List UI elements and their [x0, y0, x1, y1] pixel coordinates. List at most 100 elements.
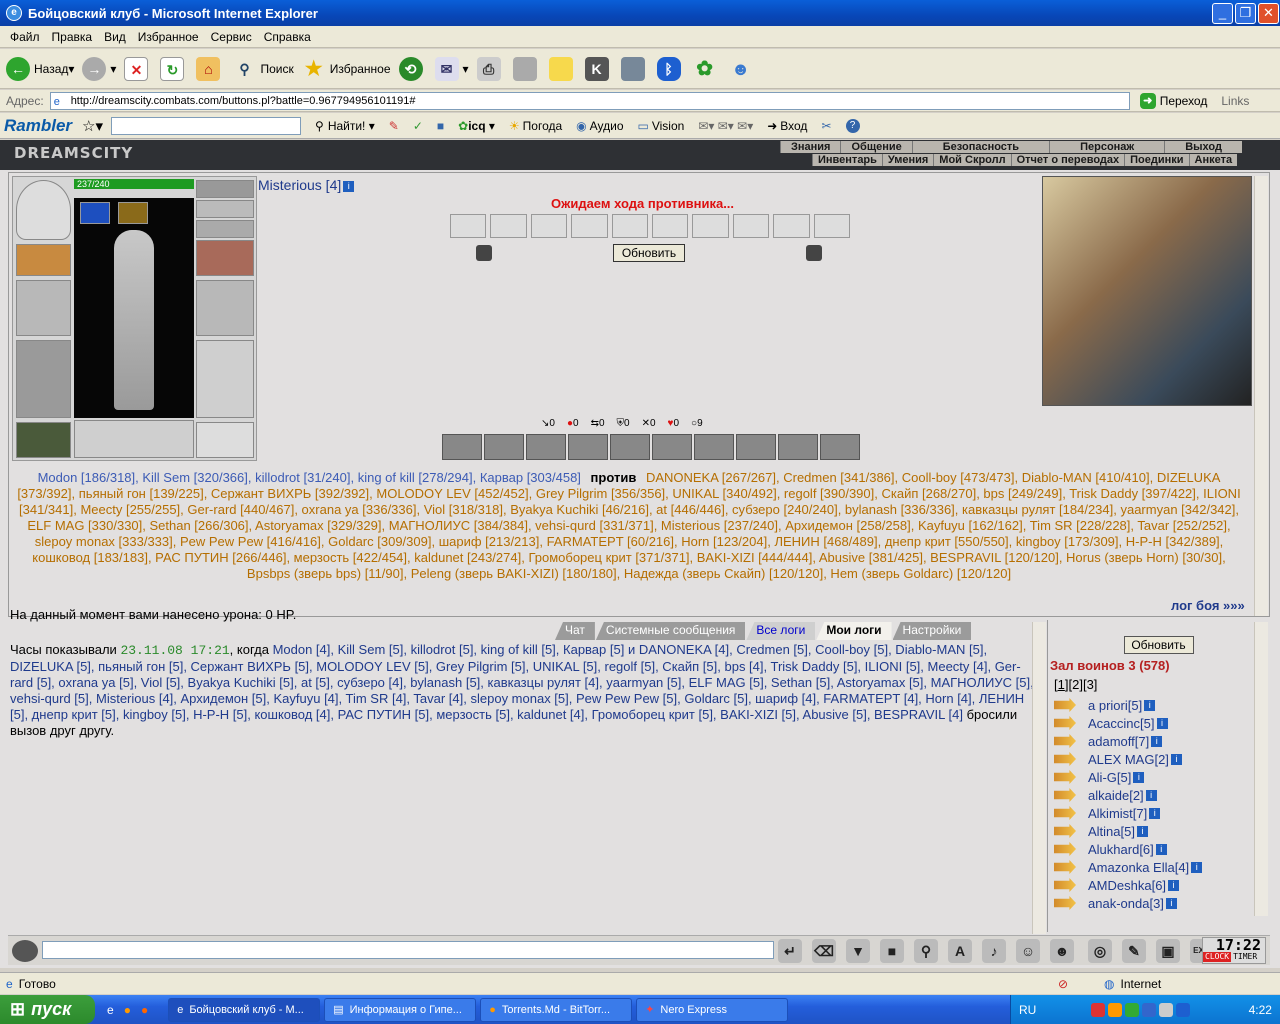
- close-button[interactable]: ✕: [1258, 3, 1279, 24]
- nav-profile[interactable]: Анкета: [1188, 154, 1238, 166]
- messenger-button[interactable]: ☻: [729, 57, 757, 81]
- user-row[interactable]: anak-onda [3] i: [1054, 894, 1269, 912]
- clear-icon[interactable]: ⌫: [812, 939, 836, 963]
- filter-icon[interactable]: ▼: [846, 939, 870, 963]
- history-button[interactable]: ⟲: [398, 56, 427, 81]
- tray-icon[interactable]: [1142, 1002, 1157, 1017]
- nav-knowledge[interactable]: Знания: [780, 141, 840, 153]
- nav-communication[interactable]: Общение: [840, 141, 911, 153]
- emotion-icon[interactable]: ☻: [1050, 939, 1074, 963]
- skill-button[interactable]: [736, 434, 776, 460]
- search-button[interactable]: ⚲ Поиск: [232, 57, 293, 81]
- battle-log-link[interactable]: лог боя »»»: [1171, 598, 1245, 613]
- language-indicator[interactable]: RU: [1019, 1003, 1036, 1017]
- tray-icon[interactable]: [1091, 1002, 1106, 1017]
- armor-slot[interactable]: [16, 340, 71, 418]
- favorites-button[interactable]: ★ Избранное: [302, 57, 391, 81]
- stop-button[interactable]: ✕: [124, 56, 152, 81]
- audio-button[interactable]: ◉ Аудио: [576, 119, 623, 133]
- user-row[interactable]: Amazonka Ella [4] i: [1054, 858, 1269, 876]
- k-button[interactable]: K: [584, 56, 613, 81]
- chat-input[interactable]: [42, 941, 774, 959]
- page-2[interactable]: 2: [1072, 677, 1079, 692]
- info-icon[interactable]: i: [1133, 771, 1145, 783]
- menu-view[interactable]: Вид: [98, 30, 132, 44]
- forward-button[interactable]: → ▾: [82, 56, 116, 81]
- address-input[interactable]: e http://dreamscity.combats.com/buttons.p…: [49, 91, 1130, 110]
- nav-transfers[interactable]: Отчет о переводах: [1010, 154, 1125, 166]
- volume-icon[interactable]: [1159, 1002, 1174, 1017]
- menu-edit[interactable]: Правка: [46, 30, 99, 44]
- task-torrents[interactable]: ● Torrents.Md - BitTorr...: [480, 997, 633, 1022]
- info-icon[interactable]: i: [1168, 879, 1180, 891]
- amulet-slot[interactable]: [80, 202, 110, 224]
- info-icon[interactable]: i: [1151, 735, 1163, 747]
- send-icon[interactable]: ↵: [778, 939, 802, 963]
- quicklaunch-ie-icon[interactable]: e: [107, 1003, 114, 1017]
- skill-button[interactable]: [442, 434, 482, 460]
- user-row[interactable]: Ali-G [5] i: [1054, 768, 1269, 786]
- nav-battles[interactable]: Поединки: [1124, 154, 1188, 166]
- info-icon[interactable]: i: [1144, 699, 1156, 711]
- user-row[interactable]: Alkimist [7] i: [1054, 804, 1269, 822]
- menu-help[interactable]: Справка: [258, 30, 317, 44]
- user-row[interactable]: AMDeshka [6] i: [1054, 876, 1269, 894]
- lock-icon[interactable]: ▣: [1156, 939, 1180, 963]
- research-button[interactable]: [620, 56, 649, 81]
- nav-scroll[interactable]: Мой Скролл: [933, 154, 1010, 166]
- skill-button[interactable]: [610, 434, 650, 460]
- nav-inventory[interactable]: Инвентарь: [812, 154, 882, 166]
- save-icon[interactable]: ■: [880, 939, 904, 963]
- nav-security[interactable]: Безопасность: [911, 141, 1049, 153]
- room-refresh-button[interactable]: Обновить: [1123, 636, 1194, 654]
- tray-clock[interactable]: 4:22: [1249, 1003, 1272, 1017]
- belt-slot[interactable]: [16, 422, 71, 458]
- necklace-slot[interactable]: [196, 200, 254, 218]
- maximize-button[interactable]: ❐: [1235, 3, 1256, 24]
- info-icon[interactable]: i: [1156, 717, 1168, 729]
- chat-head-icon[interactable]: [12, 940, 38, 962]
- weather-button[interactable]: ☀ Погода: [509, 119, 562, 133]
- sound-icon[interactable]: ♪: [982, 939, 1006, 963]
- tab-chat[interactable]: Чат: [555, 622, 595, 640]
- user-row[interactable]: a priori [5] i: [1054, 696, 1269, 714]
- skill-button[interactable]: [568, 434, 608, 460]
- boots-slot[interactable]: [196, 422, 254, 458]
- rings-slot[interactable]: [196, 220, 254, 238]
- rune-slot[interactable]: [118, 202, 148, 224]
- battle-scrollbar[interactable]: [1254, 176, 1268, 616]
- user-row[interactable]: Alukhard [6] i: [1054, 840, 1269, 858]
- gloves-slot[interactable]: [196, 240, 254, 276]
- menu-file[interactable]: Файл: [4, 30, 46, 44]
- quicklaunch-firefox-icon[interactable]: ●: [124, 1003, 131, 1017]
- task-info[interactable]: ▤ Информация о Гипе...: [324, 997, 477, 1022]
- quicklaunch-firefox2-icon[interactable]: ●: [141, 1003, 148, 1017]
- vision-button[interactable]: ▭ Vision: [638, 119, 685, 133]
- character-avatar[interactable]: [74, 198, 194, 418]
- user-row[interactable]: alkaide [2] i: [1054, 786, 1269, 804]
- info-icon[interactable]: i: [1137, 825, 1148, 837]
- clock-label[interactable]: CLOCK: [1203, 952, 1232, 962]
- info-icon[interactable]: i: [343, 180, 355, 192]
- bookmark-star-icon[interactable]: ☆▾: [82, 117, 103, 135]
- battle-refresh-button[interactable]: Обновить: [613, 244, 685, 262]
- skill-button[interactable]: [778, 434, 818, 460]
- spell-slots[interactable]: [74, 420, 194, 458]
- icq-button[interactable]: ✿: [693, 57, 721, 81]
- opponent-name[interactable]: Misterious [4] i: [258, 177, 355, 193]
- rambler-find-button[interactable]: ⚲ Найти! ▾: [315, 119, 375, 133]
- info-icon[interactable]: i: [1170, 753, 1182, 765]
- info-icon[interactable]: i: [1149, 807, 1161, 819]
- back-button[interactable]: ← Назад ▾: [6, 56, 74, 81]
- links-button[interactable]: Links: [1221, 94, 1249, 108]
- helmet-slot[interactable]: [16, 180, 71, 240]
- nav-skills[interactable]: Умения: [881, 154, 933, 166]
- skill-button[interactable]: [652, 434, 692, 460]
- user-row[interactable]: ALEX MAG [2] i: [1054, 750, 1269, 768]
- info-icon[interactable]: i: [1155, 843, 1167, 855]
- walk-icon[interactable]: ⚲: [914, 939, 938, 963]
- bluetooth-icon[interactable]: [1176, 1002, 1191, 1017]
- bag-icon[interactable]: ◎: [1088, 939, 1112, 963]
- tab-all-logs[interactable]: Все логи: [746, 622, 816, 640]
- task-nero[interactable]: ✦ Nero Express: [636, 997, 789, 1022]
